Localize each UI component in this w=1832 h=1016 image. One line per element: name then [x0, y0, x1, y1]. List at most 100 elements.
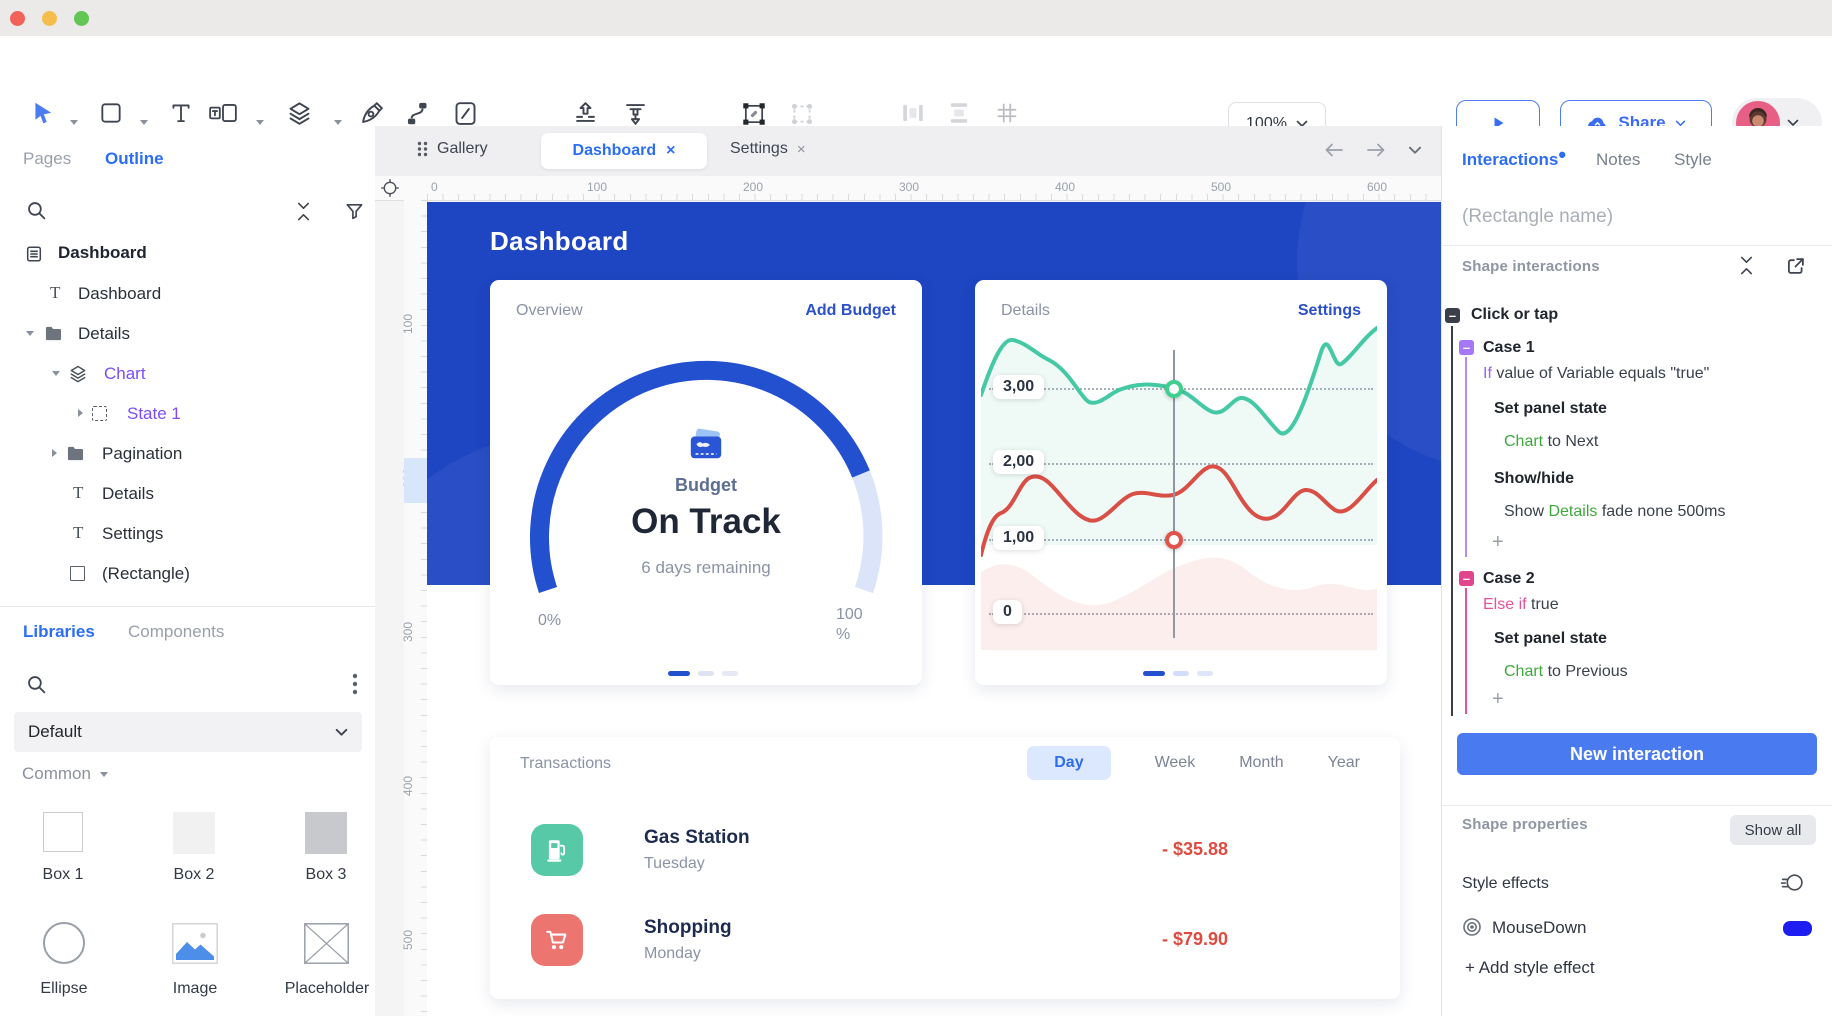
pagination-dots[interactable]	[1143, 671, 1213, 676]
case1-action2-detail[interactable]: Show Details fade none 500ms	[1504, 503, 1725, 521]
show-all-button[interactable]: Show all	[1730, 815, 1816, 845]
ruler-origin-icon[interactable]	[380, 178, 400, 198]
collapse-case2-toggle[interactable]: –	[1459, 571, 1474, 586]
component-ellipse[interactable]	[43, 922, 85, 964]
tab-libraries[interactable]: Libraries	[23, 622, 95, 642]
open-in-window-icon[interactable]	[1785, 256, 1806, 277]
dot-active[interactable]	[668, 671, 690, 676]
overview-card[interactable]: Overview Add Budget Budget On Tra	[490, 280, 922, 685]
settings-button[interactable]: Settings	[1298, 302, 1361, 320]
history-forward-icon[interactable]	[1365, 140, 1387, 160]
filter-day[interactable]: Day	[1027, 746, 1110, 780]
artboard[interactable]: Dashboard Overview Add Budget	[427, 202, 1441, 1016]
distribute-horizontal-icon[interactable]	[900, 100, 926, 126]
case2-action1-detail[interactable]: Chart to Previous	[1504, 663, 1628, 681]
component-box-3[interactable]	[305, 812, 347, 854]
dot[interactable]	[1197, 671, 1213, 676]
tab-interactions[interactable]: Interactions•	[1462, 150, 1566, 170]
tab-outline[interactable]: Outline	[105, 149, 164, 169]
maximize-window-button[interactable]	[74, 11, 89, 26]
dot[interactable]	[698, 671, 714, 676]
tab-gallery[interactable]: Gallery	[417, 140, 488, 158]
text-tool-icon[interactable]	[168, 100, 194, 126]
case1-action2-name[interactable]: Show/hide	[1494, 470, 1574, 488]
ungroup-icon[interactable]	[788, 100, 816, 128]
component-box-2[interactable]	[173, 812, 215, 854]
dot[interactable]	[722, 671, 738, 676]
select-tool-dropdown[interactable]	[70, 120, 78, 125]
shape-name-input[interactable]	[1460, 205, 1814, 229]
transactions-card[interactable]: Transactions Day Week Month Year	[490, 737, 1400, 999]
bring-forward-icon[interactable]	[572, 100, 599, 127]
tab-overflow-chevron-icon[interactable]	[1408, 146, 1422, 155]
input-widget-dropdown[interactable]	[256, 120, 264, 125]
dot-active[interactable]	[1143, 671, 1165, 676]
search-icon[interactable]	[26, 674, 47, 695]
event-label: Click or tap	[1471, 306, 1558, 324]
add-style-effect-button[interactable]: + Add style effect	[1465, 958, 1595, 978]
distribute-vertical-icon[interactable]	[946, 100, 972, 126]
collapse-case1-toggle[interactable]: –	[1459, 340, 1474, 355]
add-action-button[interactable]: +	[1492, 688, 1504, 711]
minimize-window-button[interactable]	[42, 11, 57, 26]
collapse-event-toggle[interactable]: –	[1445, 308, 1460, 323]
search-icon[interactable]	[26, 200, 47, 221]
effect-history-icon[interactable]	[1780, 870, 1805, 895]
tab-pages[interactable]: Pages	[23, 149, 71, 169]
filter-week[interactable]: Week	[1155, 754, 1196, 772]
case1-action1-name[interactable]: Set panel state	[1494, 400, 1607, 418]
style-effect-name[interactable]: MouseDown	[1492, 918, 1587, 938]
line-tool-icon[interactable]	[452, 100, 479, 127]
dot[interactable]	[1173, 671, 1189, 676]
tab-style[interactable]: Style	[1674, 150, 1712, 170]
component-placeholder[interactable]	[304, 923, 349, 964]
caret-right-icon[interactable]	[78, 409, 83, 417]
layers-tool-icon[interactable]	[286, 100, 313, 127]
filter-month[interactable]: Month	[1239, 754, 1283, 772]
history-back-icon[interactable]	[1323, 140, 1345, 160]
rectangle-tool-dropdown[interactable]	[140, 120, 148, 125]
caret-down-icon[interactable]	[26, 331, 34, 336]
collapse-section-icon[interactable]	[1737, 254, 1756, 277]
component-image[interactable]	[172, 923, 218, 964]
component-box-1[interactable]	[43, 812, 83, 852]
add-budget-button[interactable]: Add Budget	[805, 302, 896, 320]
effect-color-swatch[interactable]	[1783, 921, 1812, 936]
kebab-menu-icon[interactable]	[352, 673, 358, 695]
library-group-header[interactable]: Common	[22, 764, 108, 784]
tab-notes[interactable]: Notes	[1596, 150, 1640, 170]
pagination-dots[interactable]	[668, 671, 738, 676]
caret-right-icon[interactable]	[52, 449, 57, 457]
add-action-button[interactable]: +	[1492, 531, 1504, 554]
tab-settings[interactable]: Settings ×	[730, 140, 806, 158]
fuel-icon	[531, 824, 583, 876]
input-widget-tool-icon[interactable]	[208, 100, 238, 126]
collapse-all-icon[interactable]	[294, 200, 313, 223]
select-tool-icon[interactable]	[30, 100, 56, 126]
sidebar-divider	[0, 606, 375, 607]
close-tab-icon[interactable]: ×	[666, 142, 675, 160]
layers-tool-dropdown[interactable]	[334, 120, 342, 125]
close-tab-icon[interactable]: ×	[797, 141, 806, 158]
tab-components[interactable]: Components	[128, 622, 224, 642]
case2-action1-name[interactable]: Set panel state	[1494, 630, 1607, 648]
ruler-number: 400	[1055, 180, 1075, 194]
new-interaction-button[interactable]: New interaction	[1457, 733, 1817, 775]
close-window-button[interactable]	[10, 11, 25, 26]
library-select[interactable]: Default	[14, 712, 362, 752]
rectangle-tool-icon[interactable]	[98, 100, 124, 126]
filter-year[interactable]: Year	[1328, 754, 1360, 772]
grid-icon[interactable]	[994, 100, 1020, 126]
case1-action1-detail[interactable]: Chart to Next	[1504, 433, 1598, 451]
details-card[interactable]: Details Settings 3,00 2,00 1,00	[975, 280, 1387, 685]
text-widget-icon: T	[50, 283, 60, 303]
tab-dashboard[interactable]: Dashboard ×	[541, 133, 707, 169]
gauge-min-label: 0%	[538, 612, 561, 630]
connector-tool-icon[interactable]	[404, 100, 431, 127]
caret-down-icon[interactable]	[52, 371, 60, 376]
ruler-number: 400	[401, 776, 415, 796]
pen-tool-icon[interactable]	[358, 100, 385, 127]
group-icon[interactable]	[740, 100, 768, 128]
send-backward-icon[interactable]	[622, 100, 649, 127]
filter-icon[interactable]	[344, 201, 365, 222]
